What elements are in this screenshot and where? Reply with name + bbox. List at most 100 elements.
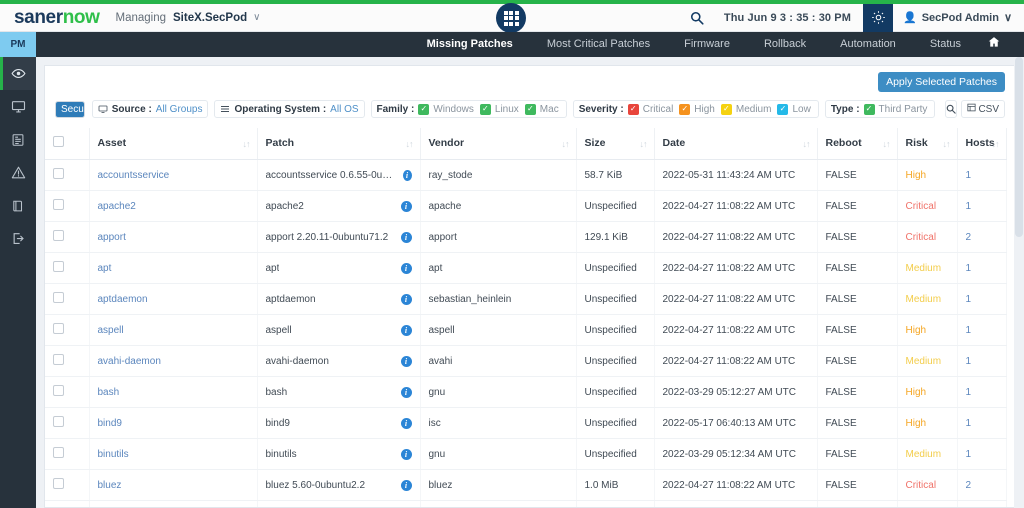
tab-missing-patches[interactable]: Missing Patches [410, 32, 530, 57]
sidebar-item-endpoint[interactable] [0, 90, 36, 123]
info-icon[interactable]: i [400, 448, 412, 460]
chevron-down-icon[interactable]: ∨ [253, 12, 260, 23]
table-row[interactable]: aptdaemon aptdaemon i sebastian_heinlein Uns… [45, 283, 1007, 315]
sort-icon-date[interactable]: ↓↑ [803, 139, 811, 149]
column-date[interactable]: Date ↓↑ [654, 128, 818, 160]
cell-hosts[interactable]: 2 [957, 221, 1007, 253]
tab-status[interactable]: Status [913, 32, 978, 57]
security-type-toggle[interactable]: Security Non-security [55, 100, 85, 118]
scrollbar-thumb[interactable] [1015, 57, 1023, 237]
cell-hosts[interactable]: 1 [957, 190, 1007, 222]
info-icon[interactable]: i [400, 262, 412, 274]
row-checkbox[interactable] [53, 385, 64, 396]
sort-icon-asset[interactable]: ↓↑ [243, 139, 251, 149]
select-all-checkbox[interactable] [53, 136, 64, 147]
info-icon[interactable]: i [402, 169, 412, 181]
checkbox-medium[interactable]: ✓ [720, 103, 732, 115]
hosts-link[interactable]: 1 [966, 356, 972, 367]
cell-asset[interactable]: bluez [89, 469, 258, 501]
checkbox-linux[interactable]: ✓ [479, 103, 491, 115]
asset-link[interactable]: apt [98, 263, 112, 274]
checkbox-third-party[interactable]: ✓ [863, 103, 875, 115]
hosts-link[interactable]: 1 [966, 201, 972, 212]
column-vendor[interactable]: Vendor ↓↑ [420, 128, 577, 160]
info-icon[interactable]: i [400, 355, 412, 367]
hosts-link[interactable]: 2 [966, 480, 972, 491]
asset-link[interactable]: bind9 [98, 418, 122, 429]
row-checkbox[interactable] [53, 168, 64, 179]
row-checkbox-cell[interactable] [45, 252, 90, 284]
cell-hosts[interactable]: 1 [957, 283, 1007, 315]
column-reboot[interactable]: Reboot ↓↑ [817, 128, 898, 160]
search-icon[interactable] [682, 4, 712, 32]
cell-asset[interactable]: apache2 [89, 190, 258, 222]
row-checkbox-cell[interactable] [45, 469, 90, 501]
hosts-link[interactable]: 1 [966, 325, 972, 336]
asset-link[interactable]: avahi-daemon [98, 356, 161, 367]
cell-asset[interactable]: avahi-daemon [89, 345, 258, 377]
tab-most-critical-patches[interactable]: Most Critical Patches [530, 32, 667, 57]
asset-link[interactable]: accountsservice [98, 170, 170, 181]
table-row[interactable]: bluez bluez 5.60-0ubuntu2.2 i bluez 1.0 MiB 2… [45, 469, 1007, 501]
checkbox-critical[interactable]: ✓ [627, 103, 639, 115]
asset-link[interactable]: apport [98, 232, 126, 243]
cell-asset[interactable]: bind9 [89, 407, 258, 439]
sort-icon-patch[interactable]: ↓↑ [406, 139, 414, 149]
row-checkbox-cell[interactable] [45, 283, 90, 315]
row-checkbox[interactable] [53, 230, 64, 241]
asset-link[interactable]: bash [98, 387, 120, 398]
hosts-link[interactable]: 1 [966, 263, 972, 274]
grid-icon[interactable] [496, 3, 526, 33]
info-icon[interactable]: i [400, 200, 412, 212]
hosts-link[interactable]: 1 [966, 449, 972, 460]
table-row[interactable]: apache2 apache2 i apache Unspecified 2022-04-… [45, 190, 1007, 222]
hosts-link[interactable]: 1 [966, 387, 972, 398]
filter-operating-system[interactable]: Operating System : All OS [214, 100, 365, 118]
sidebar-item-visibility[interactable] [0, 57, 36, 90]
sidebar-item-alerts[interactable] [0, 156, 36, 189]
hosts-link[interactable]: 1 [966, 418, 972, 429]
patches-table-container[interactable]: Asset ↓↑ Patch ↓↑ Vendor ↓↑ Size ↓↑ Date ↓↑ R… [45, 128, 1015, 507]
info-icon[interactable]: i [400, 417, 412, 429]
filter-source-value[interactable]: All Groups [156, 104, 203, 115]
cell-hosts[interactable]: 2 [957, 500, 1007, 507]
user-menu[interactable]: 👤 SecPod Admin ∨ [893, 11, 1024, 25]
info-icon[interactable]: i [400, 293, 412, 305]
asset-link[interactable]: binutils [98, 449, 129, 460]
row-checkbox-cell[interactable] [45, 438, 90, 470]
table-row[interactable]: aspell aspell i aspell Unspecified 2022-04-27… [45, 314, 1007, 346]
row-checkbox-cell[interactable] [45, 159, 90, 191]
sort-icon-risk[interactable]: ↓↑ [943, 139, 951, 149]
sort-icon-reboot[interactable]: ↓↑ [883, 139, 891, 149]
info-icon[interactable]: i [400, 231, 412, 243]
hosts-link[interactable]: 1 [966, 170, 972, 181]
asset-link[interactable]: apache2 [98, 201, 136, 212]
cell-hosts[interactable]: 1 [957, 376, 1007, 408]
checkbox-low[interactable]: ✓ [777, 103, 789, 115]
table-row[interactable]: accountsservice accountsservice 0.6.55-0u… [45, 159, 1007, 191]
hosts-link[interactable]: 2 [966, 232, 972, 243]
row-checkbox[interactable] [53, 323, 64, 334]
gear-icon[interactable] [863, 3, 894, 32]
cell-asset[interactable]: bash [89, 376, 258, 408]
tab-rollback[interactable]: Rollback [747, 32, 823, 57]
column-risk[interactable]: Risk ↓↑ [897, 128, 958, 160]
table-row[interactable]: apport apport 2.20.11-0ubuntu71.2 i apport 1… [45, 221, 1007, 253]
hosts-link[interactable]: 1 [966, 294, 972, 305]
row-checkbox-cell[interactable] [45, 500, 90, 507]
cell-asset[interactable]: apt [89, 252, 258, 284]
column-size[interactable]: Size ↓↑ [576, 128, 655, 160]
filter-os-value[interactable]: All OS [330, 104, 358, 115]
home-icon[interactable] [978, 32, 1016, 57]
sidebar-item-logout[interactable] [0, 222, 36, 255]
column-hosts[interactable]: Hosts ↓↑ [957, 128, 1007, 160]
row-checkbox-cell[interactable] [45, 345, 90, 377]
sidebar-item-reports[interactable] [0, 123, 36, 156]
cell-asset[interactable]: busybox [89, 500, 258, 507]
row-checkbox-cell[interactable] [45, 407, 90, 439]
row-checkbox[interactable] [53, 478, 64, 489]
apply-selected-patches-button[interactable]: Apply Selected Patches [878, 72, 1005, 92]
cell-hosts[interactable]: 2 [957, 469, 1007, 501]
row-checkbox[interactable] [53, 447, 64, 458]
app-logo[interactable]: sanernow [14, 7, 100, 29]
